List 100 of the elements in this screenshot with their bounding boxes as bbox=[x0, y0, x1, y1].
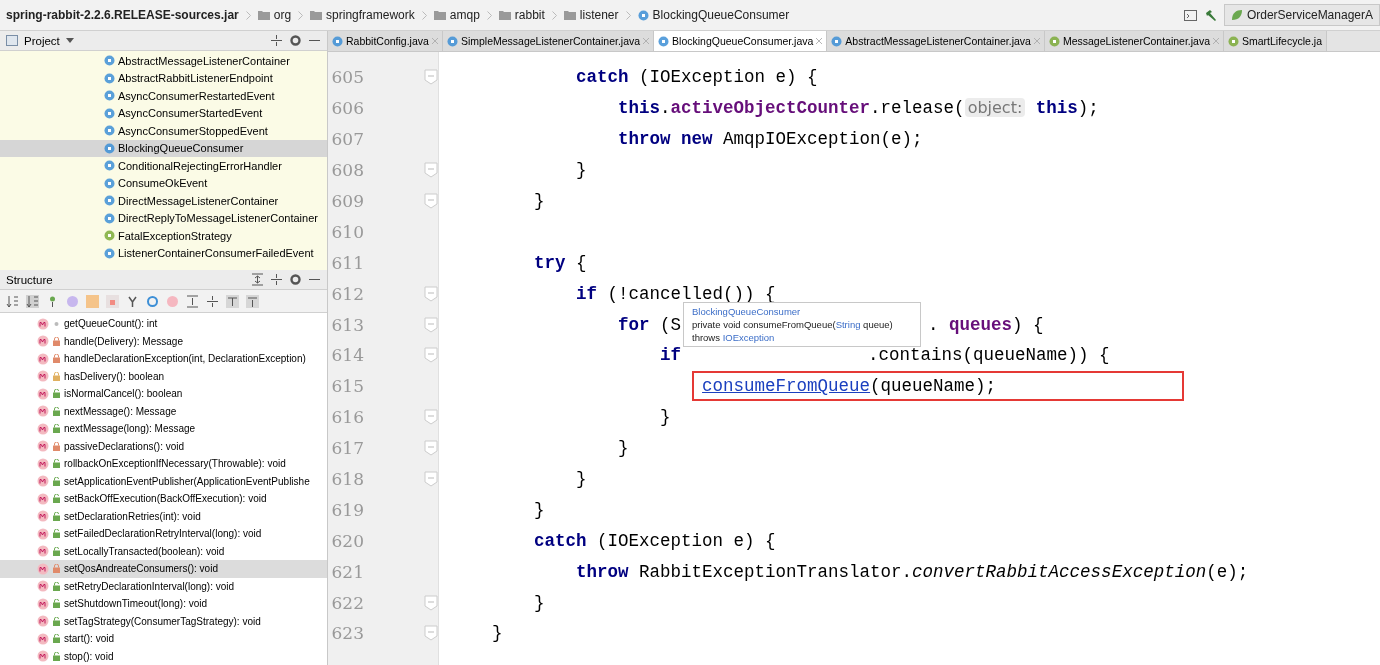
collapse-icon[interactable] bbox=[270, 34, 283, 47]
dropdown-caret-icon[interactable] bbox=[65, 38, 74, 43]
breadcrumb-item[interactable]: amqp bbox=[433, 8, 480, 22]
editor-tab[interactable]: RabbitConfig.java bbox=[328, 31, 443, 51]
tree-item[interactable]: AbstractMessageListenerContainer bbox=[0, 52, 327, 70]
panel-title: Structure bbox=[6, 273, 53, 286]
expand-all-icon[interactable] bbox=[186, 294, 199, 308]
fold-marker-icon[interactable] bbox=[424, 285, 438, 302]
fold-marker-icon[interactable] bbox=[424, 69, 438, 86]
tooltip-signature: private void consumeFromQueue(String queue) bbox=[692, 318, 894, 331]
tree-item[interactable]: AsyncConsumerStoppedEvent bbox=[0, 122, 327, 140]
structure-item[interactable]: passiveDeclarations(): void bbox=[0, 437, 327, 455]
fold-marker-icon[interactable] bbox=[424, 440, 438, 457]
class-icon bbox=[658, 35, 670, 47]
editor-tab[interactable]: SmartLifecycle.ja bbox=[1224, 31, 1327, 51]
method-icon bbox=[37, 580, 49, 593]
sort-alphabetically-icon[interactable] bbox=[26, 294, 39, 308]
structure-item[interactable]: handleDeclarationException(int, DeclarationException) bbox=[0, 350, 327, 368]
class-icon bbox=[831, 35, 843, 47]
structure-item[interactable]: stop(): void bbox=[0, 647, 327, 665]
fold-marker-icon[interactable] bbox=[424, 162, 438, 179]
editor-tab[interactable]: SimpleMessageListenerContainer.java bbox=[442, 31, 655, 51]
code-line: this.activeObjectCounter.release( object: this); bbox=[618, 98, 1099, 119]
circle-icon[interactable] bbox=[146, 294, 159, 308]
tree-item[interactable]: ConditionalRejectingErrorHandler bbox=[0, 157, 327, 175]
breadcrumb-item[interactable]: org bbox=[257, 8, 292, 22]
close-icon[interactable] bbox=[431, 38, 438, 44]
tree-item[interactable]: DirectMessageListenerContainer bbox=[0, 192, 327, 210]
tooltip-class-name: BlockingQueueConsumer bbox=[692, 305, 802, 318]
structure-item[interactable]: nextMessage(): Message bbox=[0, 402, 327, 420]
window-icon[interactable] bbox=[1183, 8, 1197, 22]
panel-title[interactable]: Project bbox=[24, 34, 60, 47]
breadcrumb-item[interactable]: listener bbox=[563, 8, 619, 22]
expand-all-icon[interactable] bbox=[251, 273, 264, 286]
close-icon[interactable] bbox=[643, 38, 650, 44]
folder-icon bbox=[563, 10, 576, 20]
tree-item[interactable]: AbstractRabbitListenerEndpoint bbox=[0, 69, 327, 87]
structure-item[interactable]: setQosAndreateConsumers(): void bbox=[0, 560, 327, 578]
structure-item[interactable]: setLocallyTransacted(boolean): void bbox=[0, 542, 327, 560]
method-icon bbox=[37, 510, 49, 523]
structure-item[interactable]: setRetryDeclarationInterval(long): void bbox=[0, 577, 327, 595]
tree-item[interactable]: BlockingQueueConsumer bbox=[0, 139, 327, 157]
editor-tab[interactable]: MessageListenerContainer.java bbox=[1044, 31, 1225, 51]
structure-item[interactable]: setShutdownTimeout(long): void bbox=[0, 595, 327, 613]
structure-item[interactable]: start(): void bbox=[0, 630, 327, 648]
breadcrumb-item[interactable]: rabbit bbox=[498, 8, 545, 22]
editor-tab[interactable]: BlockingQueueConsumer.java bbox=[654, 31, 828, 51]
tree-item[interactable]: AsyncConsumerRestartedEvent bbox=[0, 87, 327, 105]
fold-marker-icon[interactable] bbox=[424, 193, 438, 209]
collapse-all-icon[interactable] bbox=[206, 294, 219, 308]
tree-item[interactable]: ListenerContainerConsumerFailedEvent bbox=[0, 244, 327, 262]
settings-icon[interactable] bbox=[289, 273, 302, 286]
fold-marker-icon[interactable] bbox=[424, 347, 438, 364]
tree-item[interactable]: DirectReplyToMessageListenerContainer bbox=[0, 209, 327, 227]
settings-icon[interactable] bbox=[289, 34, 302, 47]
structure-item[interactable]: setFailedDeclarationRetryInterval(long): void bbox=[0, 525, 327, 543]
chevron-icon bbox=[298, 10, 304, 20]
sort-icon[interactable] bbox=[6, 294, 19, 308]
fold-marker-icon[interactable] bbox=[424, 316, 438, 333]
run-configuration-dropdown[interactable]: OrderServiceManagerA bbox=[1223, 4, 1380, 26]
line-number: 606 bbox=[330, 98, 364, 119]
structure-item[interactable]: setDeclarationRetries(int): void bbox=[0, 507, 327, 525]
line-number: 620 bbox=[330, 530, 364, 551]
line-number: 611 bbox=[330, 252, 364, 273]
class-icon bbox=[104, 247, 115, 259]
method-icon bbox=[37, 650, 49, 663]
hammer-icon[interactable] bbox=[1203, 8, 1217, 22]
method-icon bbox=[37, 632, 49, 645]
fold-marker-icon[interactable] bbox=[424, 409, 438, 426]
method-icon bbox=[37, 317, 49, 330]
breadcrumb-item[interactable]: springframework bbox=[310, 8, 415, 22]
structure-item[interactable]: rollbackOnExceptionIfNecessary(Throwable): void bbox=[0, 455, 327, 473]
chevron-icon bbox=[245, 10, 251, 20]
breadcrumb-item[interactable]: BlockingQueueConsumer bbox=[637, 8, 790, 22]
fork-icon[interactable] bbox=[126, 294, 139, 308]
editor-tab[interactable]: AbstractMessageListenerContainer.java bbox=[827, 31, 1045, 51]
close-icon[interactable] bbox=[816, 38, 823, 44]
close-icon[interactable] bbox=[1033, 38, 1040, 44]
fold-marker-icon[interactable] bbox=[424, 471, 438, 487]
structure-item[interactable]: nextMessage(long): Message bbox=[0, 420, 327, 438]
structure-item[interactable]: setBackOffExecution(BackOffExecution): void bbox=[0, 490, 327, 508]
structure-item[interactable]: hasDelivery(): boolean bbox=[0, 367, 327, 385]
structure-item[interactable]: setTagStrategy(ConsumerTagStrategy): void bbox=[0, 612, 327, 630]
line-number: 617 bbox=[330, 438, 364, 459]
close-icon[interactable] bbox=[1213, 38, 1220, 44]
breadcrumb-item[interactable]: spring-rabbit-2.2.6.RELEASE-sources.jar bbox=[6, 8, 239, 22]
structure-item[interactable]: setApplicationEventPublisher(ApplicationEventPublishe bbox=[0, 472, 327, 490]
tree-item[interactable]: AsyncConsumerStartedEvent bbox=[0, 104, 327, 122]
collapse-all-icon[interactable] bbox=[270, 273, 283, 286]
structure-item[interactable]: getQueueCount(): int bbox=[0, 315, 327, 333]
fold-marker-icon[interactable] bbox=[424, 594, 438, 611]
structure-item[interactable]: isNormalCancel(): boolean bbox=[0, 385, 327, 403]
structure-item[interactable]: handle(Delivery): Message bbox=[0, 332, 327, 350]
fold-marker-icon[interactable] bbox=[424, 625, 438, 642]
tree-item[interactable]: ConsumeOkEvent bbox=[0, 174, 327, 192]
code-line: for (S bbox=[618, 314, 682, 335]
interface-icon bbox=[1048, 35, 1060, 47]
tree-item[interactable]: FatalExceptionStrategy bbox=[0, 227, 327, 245]
method-icon bbox=[37, 562, 49, 575]
class-icon bbox=[104, 160, 115, 172]
